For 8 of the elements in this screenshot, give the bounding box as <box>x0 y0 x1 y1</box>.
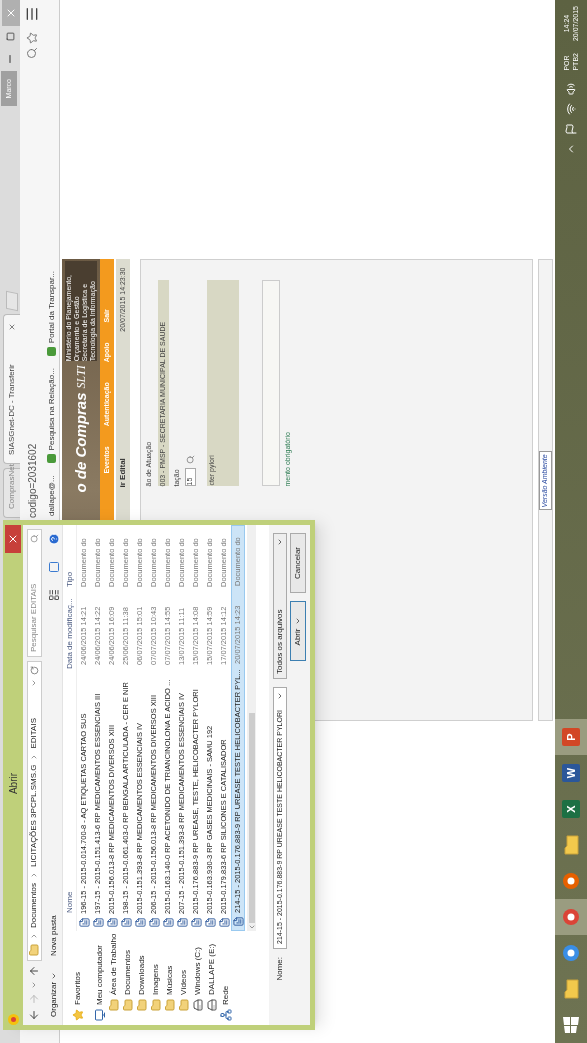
site-title: o de Compras <box>70 392 90 493</box>
app-tile-icon: P <box>562 728 580 746</box>
page-heading: ir Edital <box>117 458 128 488</box>
app-tile-icon: X <box>562 800 580 818</box>
file-name-label: Nome: <box>274 957 285 983</box>
logo-text: SLTI <box>73 365 89 389</box>
app-tile-icon: W <box>562 764 580 782</box>
dialog-title: Abrir <box>6 771 20 797</box>
